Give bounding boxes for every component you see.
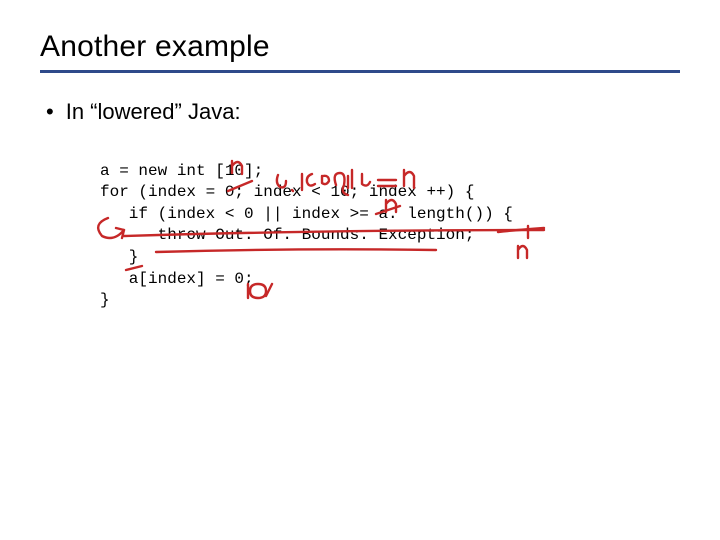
code-line: a[index] = 0; xyxy=(100,270,254,288)
code-line: } xyxy=(100,248,138,266)
code-line: if (index < 0 || index >= a. length()) { xyxy=(100,205,513,223)
bullet-dot: • xyxy=(46,101,54,123)
code-line: throw Out. Of. Bounds. Exception; xyxy=(100,226,474,244)
code-block: a = new int [10]; for (index = 0; index … xyxy=(100,139,680,333)
bullet-text: In “lowered” Java: xyxy=(66,99,241,125)
bullet-line: • In “lowered” Java: xyxy=(46,99,680,125)
code-line: for (index = 0; index < 10; index ++) { xyxy=(100,183,474,201)
slide-title: Another example xyxy=(40,30,680,64)
code-line: } xyxy=(100,291,110,309)
code-line: a = new int [10]; xyxy=(100,162,263,180)
title-underline xyxy=(40,70,680,73)
